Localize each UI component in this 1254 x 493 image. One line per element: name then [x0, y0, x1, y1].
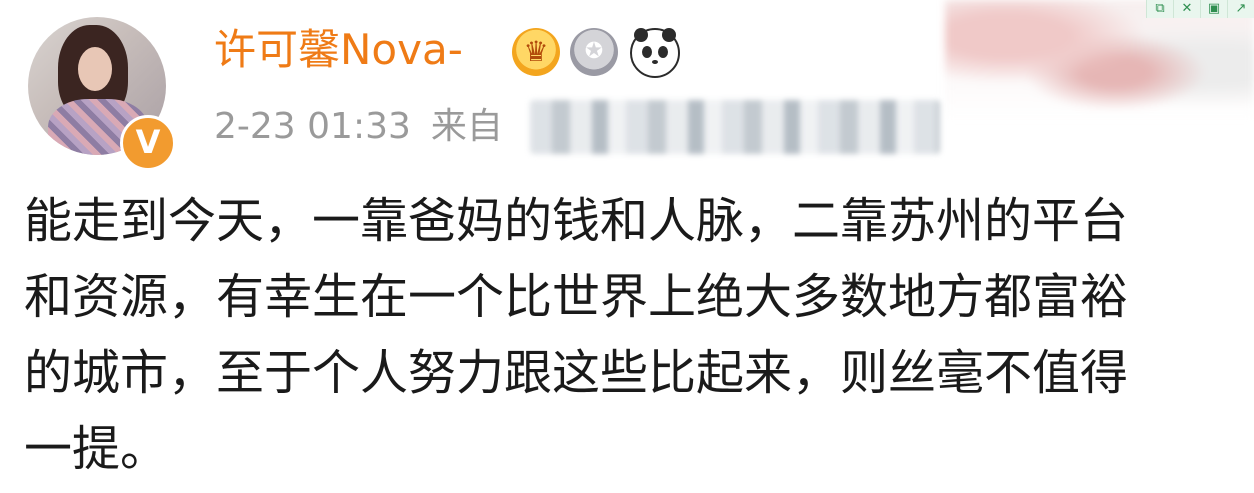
panda-badge-icon[interactable] — [630, 28, 680, 78]
save-icon[interactable]: ▣ — [1200, 0, 1227, 18]
blurred-source — [530, 100, 940, 154]
post-line: 能走到今天，一靠爸妈的钱和人脉，二靠苏州的平台 — [24, 193, 1129, 249]
post-line: 的城市，至于个人努力跟这些比起来，则丝毫不值得 — [24, 345, 1129, 401]
source-label: 来自 — [430, 106, 503, 147]
medal-badge-icon[interactable]: ✪ — [570, 28, 618, 76]
crown-badge-icon[interactable]: ♛ — [512, 28, 560, 76]
blurred-region-top-right — [945, 0, 1254, 120]
post-text: 能走到今天，一靠爸妈的钱和人脉，二靠苏州的平台 和资源，有幸生在一个比世界上绝大… — [24, 183, 1234, 487]
close-icon[interactable]: ✕ — [1173, 0, 1200, 18]
post-line: 一提。 — [24, 421, 169, 477]
external-icon[interactable]: ↗ — [1227, 0, 1254, 18]
post-meta: 2-23 01:33 来自 — [214, 102, 503, 152]
username[interactable]: 许可馨Nova- — [214, 20, 463, 80]
post-timestamp[interactable]: 2-23 01:33 — [214, 106, 411, 147]
verified-badge-icon: V — [120, 115, 176, 171]
copy-icon[interactable]: ⧉ — [1146, 0, 1173, 18]
image-toolbar: ⧉ ✕ ▣ ↗ — [1146, 0, 1254, 18]
post-line: 和资源，有幸生在一个比世界上绝大多数地方都富裕 — [24, 269, 1129, 325]
